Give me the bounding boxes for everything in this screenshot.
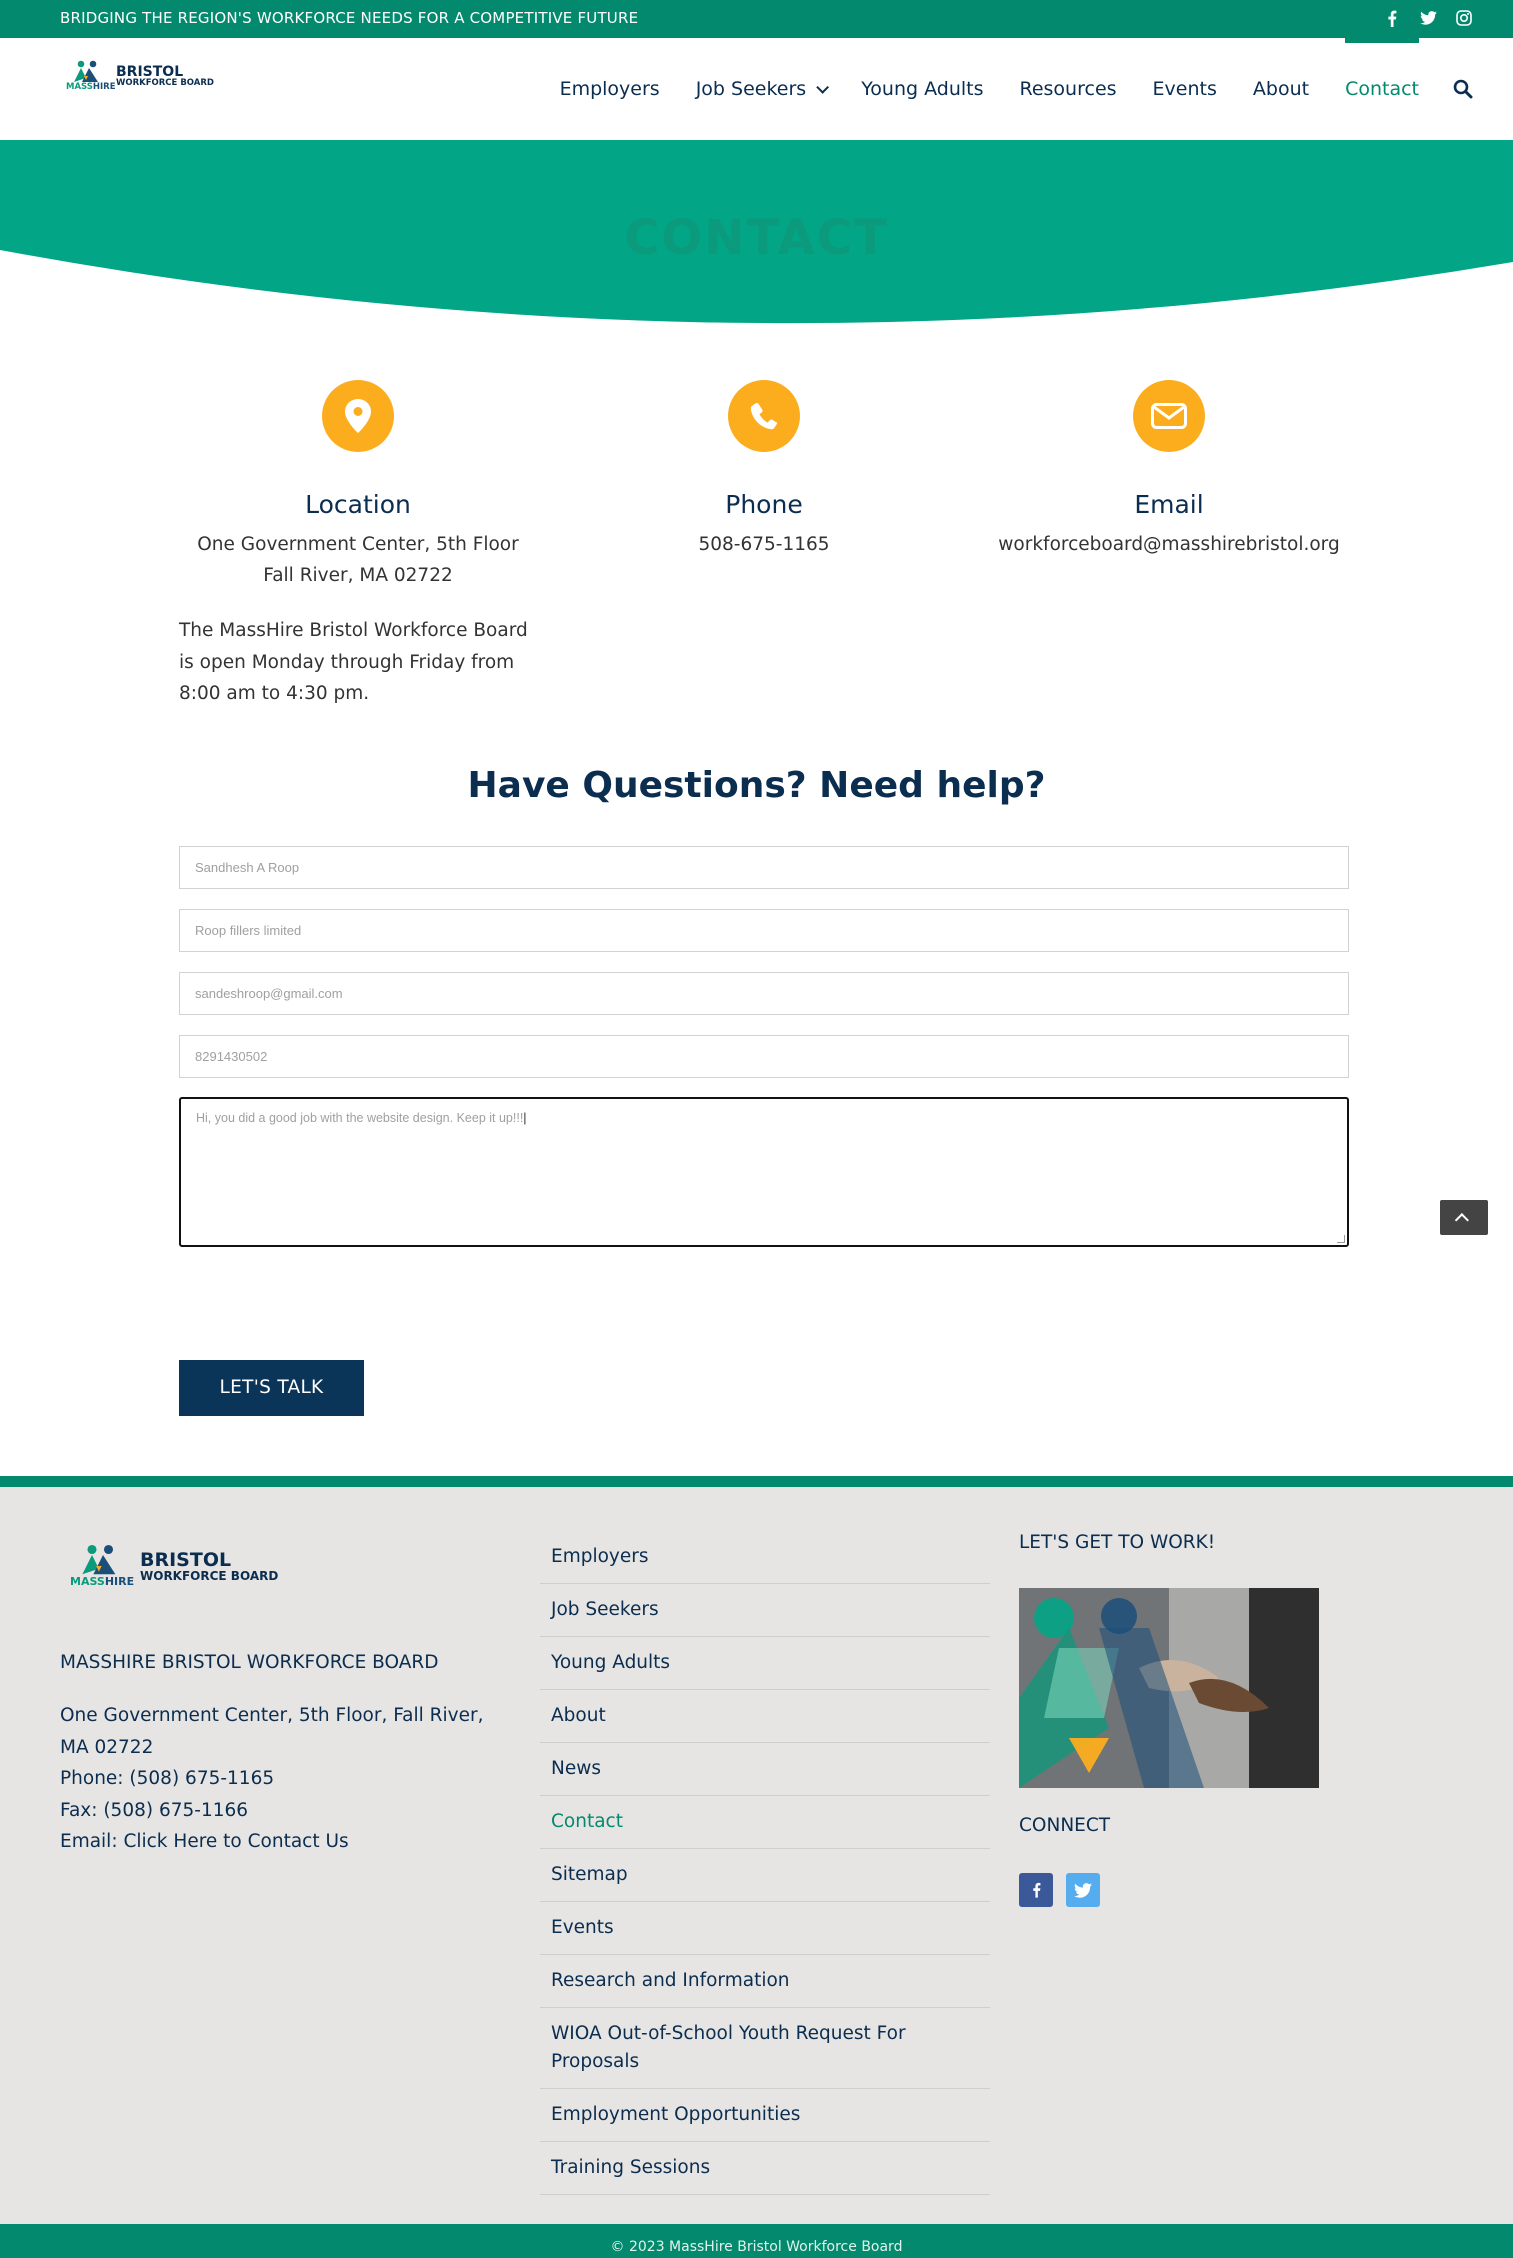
location-heading: Location xyxy=(305,490,411,519)
footer-address: One Government Center, 5th Floor, Fall R… xyxy=(60,1705,484,1758)
nav-events[interactable]: Events xyxy=(1153,38,1217,140)
footer-logo-mass: MASS xyxy=(70,1575,105,1588)
top-bar: BRIDGING THE REGION'S WORKFORCE NEEDS FO… xyxy=(0,0,1513,38)
facebook-icon[interactable] xyxy=(1383,8,1401,28)
chevron-down-icon xyxy=(816,80,830,94)
footer-logo-text: BRISTOL WORKFORCE BOARD xyxy=(140,1548,279,1583)
footer-link-research[interactable]: Research and Information xyxy=(540,1955,990,2008)
footer-link-wioa-rfp[interactable]: WIOA Out-of-School Youth Request For Pro… xyxy=(540,2008,990,2089)
nav-contact[interactable]: Contact xyxy=(1345,38,1419,140)
nav-job-seekers-label: Job Seekers xyxy=(695,78,807,100)
footer-logo[interactable]: MASSHIRE BRISTOL WORKFORCE BOARD xyxy=(70,1544,278,1588)
site-logo[interactable]: MASSHIRE BRISTOL WORKFORCE BOARD xyxy=(66,60,214,92)
footer-twitter-icon[interactable] xyxy=(1066,1873,1100,1907)
page-title: CONTACT xyxy=(624,210,889,266)
footer-link-events[interactable]: Events xyxy=(540,1902,990,1955)
copyright-text: © 2023 MassHire Bristol Workforce Board xyxy=(610,2239,903,2255)
footer-link-young-adults[interactable]: Young Adults xyxy=(540,1637,990,1690)
logo-mark: MASSHIRE xyxy=(66,60,116,92)
handshake-image[interactable] xyxy=(1019,1588,1319,1788)
logo-hire: HIRE xyxy=(92,82,116,92)
site-footer: MASSHIRE BRISTOL WORKFORCE BOARD MASSHIR… xyxy=(0,1476,1513,2224)
nav-resources[interactable]: Resources xyxy=(1020,38,1117,140)
top-social-links xyxy=(1383,8,1473,28)
phone-number[interactable]: 508-675-1165 xyxy=(564,529,964,560)
envelope-icon xyxy=(1133,380,1205,452)
footer-org-name: MASSHIRE BRISTOL WORKFORCE BOARD xyxy=(60,1652,439,1673)
footer-logo-hire: HIRE xyxy=(104,1575,135,1588)
chevron-up-icon xyxy=(1454,1212,1469,1227)
footer-link-about[interactable]: About xyxy=(540,1690,990,1743)
footer-link-training-sessions[interactable]: Training Sessions xyxy=(540,2142,990,2195)
main-nav: Employers Job Seekers Young Adults Resou… xyxy=(524,38,1473,140)
logo-mass: MASS xyxy=(66,82,93,92)
footer-link-employment-opportunities[interactable]: Employment Opportunities xyxy=(540,2089,990,2142)
resize-handle[interactable] xyxy=(1337,1235,1345,1243)
email-block: Email workforceboard@masshirebristol.org xyxy=(969,380,1369,560)
location-block: Location One Government Center, 5th Floo… xyxy=(158,380,558,591)
email-address[interactable]: workforceboard@masshirebristol.org xyxy=(969,529,1369,560)
location-address-line2: Fall River, MA 02722 xyxy=(263,565,453,586)
submit-button[interactable]: LET'S TALK xyxy=(179,1360,364,1416)
logo-text: BRISTOL WORKFORCE BOARD xyxy=(116,65,214,88)
page-hero: CONTACT xyxy=(0,140,1513,340)
scroll-to-top-button[interactable] xyxy=(1440,1200,1488,1235)
phone-heading: Phone xyxy=(725,490,803,519)
email-field[interactable]: sandeshroop@gmail.com xyxy=(179,972,1349,1015)
footer-menu: Employers Job Seekers Young Adults About… xyxy=(540,1531,990,2195)
name-field[interactable]: Sandhesh A Roop xyxy=(179,846,1349,889)
footer-fax: Fax: (508) 675-1166 xyxy=(60,1799,249,1821)
footer-email[interactable]: Email: Click Here to Contact Us xyxy=(60,1826,500,1858)
footer-address-block: One Government Center, 5th Floor, Fall R… xyxy=(60,1700,500,1858)
phone-icon xyxy=(728,380,800,452)
copyright-bar: © 2023 MassHire Bristol Workforce Board xyxy=(0,2224,1513,2258)
instagram-icon[interactable] xyxy=(1455,8,1473,28)
form-title: Have Questions? Need help? xyxy=(467,765,1046,806)
footer-connect-heading: CONNECT xyxy=(1019,1815,1111,1836)
twitter-icon[interactable] xyxy=(1419,8,1437,28)
footer-logo-line1: BRISTOL xyxy=(140,1548,232,1571)
logo-line1: BRISTOL xyxy=(116,63,184,80)
tagline: BRIDGING THE REGION'S WORKFORCE NEEDS FO… xyxy=(60,9,639,27)
nav-about[interactable]: About xyxy=(1253,38,1309,140)
company-field[interactable]: Roop fillers limited xyxy=(179,909,1349,952)
footer-link-news[interactable]: News xyxy=(540,1743,990,1796)
footer-phone: Phone: (508) 675-1165 xyxy=(60,1768,275,1789)
footer-link-employers[interactable]: Employers xyxy=(540,1531,990,1584)
phone-field[interactable]: 8291430502 xyxy=(179,1035,1349,1078)
nav-employers[interactable]: Employers xyxy=(560,38,660,140)
message-text: Hi, you did a good job with the website … xyxy=(196,1111,524,1125)
site-header: MASSHIRE BRISTOL WORKFORCE BOARD Employe… xyxy=(0,38,1513,140)
search-icon[interactable] xyxy=(1453,79,1473,99)
footer-facebook-icon[interactable] xyxy=(1019,1873,1053,1907)
email-heading: Email xyxy=(1134,490,1204,519)
footer-link-job-seekers[interactable]: Job Seekers xyxy=(540,1584,990,1637)
nav-job-seekers[interactable]: Job Seekers xyxy=(695,38,830,140)
footer-link-sitemap[interactable]: Sitemap xyxy=(540,1849,990,1902)
footer-cta-heading: LET'S GET TO WORK! xyxy=(1019,1532,1216,1553)
location-address-line1: One Government Center, 5th Floor xyxy=(197,534,519,555)
footer-logo-mark: MASSHIRE xyxy=(70,1544,136,1588)
location-pin-icon xyxy=(322,380,394,452)
phone-block: Phone 508-675-1165 xyxy=(564,380,964,560)
nav-young-adults[interactable]: Young Adults xyxy=(861,38,983,140)
footer-logo-line2: WORKFORCE BOARD xyxy=(140,1568,279,1583)
logo-line2: WORKFORCE BOARD xyxy=(116,77,214,88)
office-hours: The MassHire Bristol Workforce Board is … xyxy=(179,620,528,704)
footer-link-contact[interactable]: Contact xyxy=(540,1796,990,1849)
message-field[interactable]: Hi, you did a good job with the website … xyxy=(179,1097,1349,1247)
